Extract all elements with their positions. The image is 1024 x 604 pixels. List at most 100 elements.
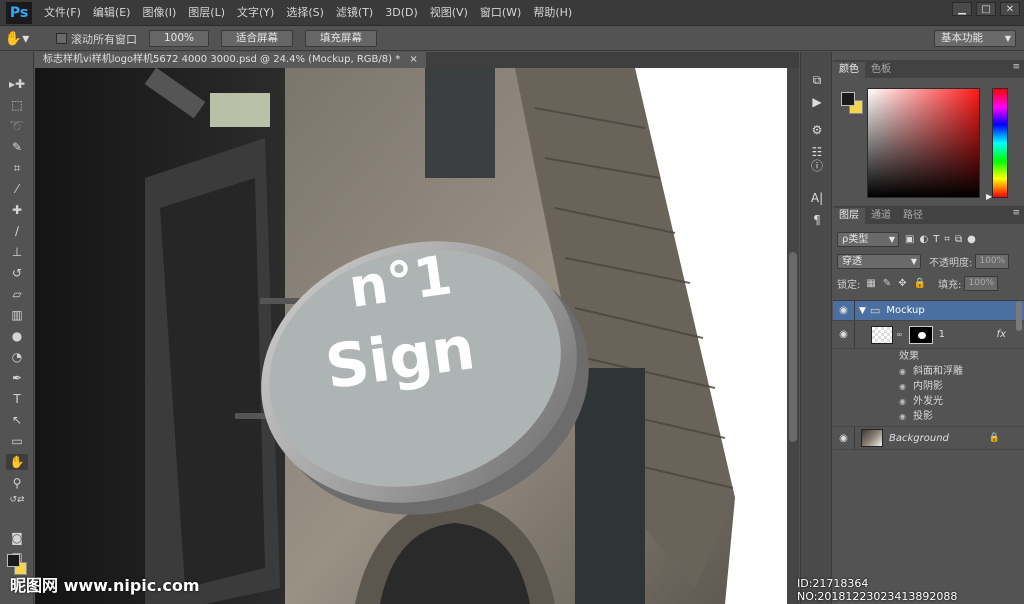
canvas-vertical-scrollbar[interactable] bbox=[787, 68, 799, 604]
color-picker-field[interactable] bbox=[867, 88, 980, 198]
zoom-100-button[interactable]: 100% bbox=[149, 30, 210, 47]
eraser-tool-icon[interactable]: ▱ bbox=[9, 286, 25, 302]
layer-group-mockup[interactable]: ◉ ▼ ▭ Mockup bbox=[833, 301, 1024, 321]
effect-drop-shadow[interactable]: ◉ 投影 bbox=[833, 409, 1024, 424]
marquee-tool-icon[interactable]: ⬚ bbox=[9, 97, 25, 113]
lock-transparent-icon[interactable]: ▦ bbox=[866, 278, 875, 289]
panel-foreground-swatch[interactable] bbox=[841, 92, 855, 106]
scroll-thumb[interactable] bbox=[789, 252, 797, 442]
restore-button[interactable]: □ bbox=[976, 2, 996, 16]
visibility-eye-icon[interactable]: ◉ bbox=[833, 301, 855, 320]
color-panel-tabs: 颜色 色板 ≡ bbox=[833, 60, 1024, 78]
tab-layers[interactable]: 图层 bbox=[833, 208, 865, 224]
lasso-tool-icon[interactable]: ➰ bbox=[9, 118, 25, 134]
tab-channels[interactable]: 通道 bbox=[865, 208, 897, 224]
minimize-button[interactable]: ▁ bbox=[952, 2, 972, 16]
link-icon[interactable]: ∞ bbox=[896, 330, 903, 339]
chevron-down-icon: ▼ bbox=[1004, 34, 1011, 43]
menu-image[interactable]: 图像(I) bbox=[136, 0, 182, 26]
hue-slider[interactable] bbox=[992, 88, 1008, 198]
fill-screen-button[interactable]: 填充屏幕 bbox=[305, 30, 378, 47]
effect-eye-icon[interactable]: ◉ bbox=[899, 364, 906, 379]
dodge-tool-icon[interactable]: ◔ bbox=[9, 349, 25, 365]
menu-select[interactable]: 选择(S) bbox=[280, 0, 330, 26]
hand-tool-icon[interactable]: ✋ bbox=[6, 454, 28, 470]
group-expand-icon[interactable]: ▼ bbox=[859, 306, 866, 316]
menu-view[interactable]: 视图(V) bbox=[424, 0, 474, 26]
quick-mask-icon[interactable]: ◙ bbox=[9, 530, 25, 546]
effect-inner-shadow[interactable]: ◉ 内阴影 bbox=[833, 379, 1024, 394]
quick-select-tool-icon[interactable]: ✎ bbox=[9, 139, 25, 155]
path-select-tool-icon[interactable]: ↖ bbox=[9, 412, 25, 428]
type-filter-icon[interactable]: T bbox=[933, 234, 939, 245]
pen-tool-icon[interactable]: ✒ bbox=[9, 370, 25, 386]
menu-help[interactable]: 帮助(H) bbox=[527, 0, 578, 26]
layer-mask-thumbnail[interactable] bbox=[908, 325, 933, 344]
menu-3d[interactable]: 3D(D) bbox=[379, 0, 424, 26]
effect-eye-icon[interactable]: ◉ bbox=[899, 379, 906, 394]
layers-scroll-thumb[interactable] bbox=[1016, 301, 1022, 331]
pixel-filter-icon[interactable]: ▣ bbox=[905, 234, 914, 245]
close-tab-icon[interactable]: × bbox=[409, 54, 417, 65]
paragraph-icon[interactable]: ¶ bbox=[809, 212, 825, 228]
panel-menu-icon[interactable]: ≡ bbox=[1012, 62, 1020, 72]
type-tool-icon[interactable]: T bbox=[9, 391, 25, 407]
gradient-tool-icon[interactable]: ▥ bbox=[9, 307, 25, 323]
zoom-tool-icon[interactable]: ⚲ bbox=[9, 475, 25, 491]
tab-paths[interactable]: 路径 bbox=[897, 208, 929, 224]
document-canvas[interactable]: n°1 Sign bbox=[35, 68, 787, 604]
menu-filter[interactable]: 滤镜(T) bbox=[330, 0, 379, 26]
layer-filter-select[interactable]: ρ类型 ▼ bbox=[837, 231, 899, 247]
history-brush-tool-icon[interactable]: ↺ bbox=[9, 265, 25, 281]
menu-type[interactable]: 文字(Y) bbox=[231, 0, 280, 26]
tab-color[interactable]: 颜色 bbox=[833, 62, 865, 78]
visibility-eye-icon[interactable]: ◉ bbox=[833, 321, 855, 348]
crop-tool-icon[interactable]: ⌗ bbox=[9, 160, 25, 176]
menu-window[interactable]: 窗口(W) bbox=[474, 0, 527, 26]
character-icon[interactable]: A| bbox=[809, 190, 825, 206]
lock-all-icon[interactable]: 🔒 bbox=[914, 278, 926, 289]
lock-paint-icon[interactable]: ✎ bbox=[883, 278, 891, 289]
eyedropper-tool-icon[interactable]: ⁄ bbox=[9, 181, 25, 197]
rectangle-tool-icon[interactable]: ▭ bbox=[9, 433, 25, 449]
swap-colors-icon[interactable]: ↺⇄ bbox=[9, 492, 25, 508]
effect-eye-icon[interactable]: ◉ bbox=[899, 394, 906, 409]
layers-panel-menu-icon[interactable]: ≡ bbox=[1012, 208, 1020, 218]
menu-layer[interactable]: 图层(L) bbox=[182, 0, 231, 26]
layer-background[interactable]: ◉ Background 🔒 bbox=[833, 426, 1024, 450]
adjust-icon[interactable]: ⚙ bbox=[809, 122, 825, 138]
filter-toggle-icon[interactable]: ● bbox=[967, 234, 976, 245]
visibility-eye-icon[interactable]: ◉ bbox=[833, 427, 855, 449]
actions-play-icon[interactable]: ▶ bbox=[809, 94, 825, 110]
healing-brush-tool-icon[interactable]: ✚ bbox=[9, 202, 25, 218]
layer-smart-object[interactable]: ◉ ∞ 1 fx bbox=[833, 321, 1024, 349]
move-tool-icon[interactable]: ▸✚ bbox=[9, 76, 25, 92]
blur-tool-icon[interactable]: ● bbox=[9, 328, 25, 344]
blend-mode-select[interactable]: 穿透 ▼ bbox=[837, 253, 921, 269]
fill-input[interactable]: 100% bbox=[964, 275, 999, 291]
menu-edit[interactable]: 编辑(E) bbox=[87, 0, 137, 26]
foreground-color-swatch[interactable] bbox=[7, 554, 20, 567]
close-button[interactable]: ✕ bbox=[1000, 2, 1020, 16]
document-tab[interactable]: 标志样机vi样机logo样机5672 4000 3000.psd @ 24.4%… bbox=[35, 52, 426, 68]
adjust-filter-icon[interactable]: ◐ bbox=[919, 234, 928, 245]
workspace-select[interactable]: 基本功能 ▼ bbox=[934, 30, 1016, 47]
lock-position-icon[interactable]: ✥ bbox=[898, 278, 906, 289]
opacity-input[interactable]: 100% bbox=[975, 253, 1010, 269]
effect-bevel-emboss[interactable]: ◉ 斜面和浮雕 bbox=[833, 364, 1024, 379]
fit-screen-button[interactable]: 适合屏幕 bbox=[221, 30, 294, 47]
tab-swatches[interactable]: 色板 bbox=[865, 62, 897, 78]
layer-thumbnail bbox=[861, 429, 883, 447]
history-icon[interactable]: ⧉ bbox=[809, 72, 825, 88]
clone-stamp-tool-icon[interactable]: ⊥ bbox=[9, 244, 25, 260]
effect-outer-glow[interactable]: ◉ 外发光 bbox=[833, 394, 1024, 409]
menu-file[interactable]: 文件(F) bbox=[38, 0, 87, 26]
scroll-all-checkbox[interactable] bbox=[56, 33, 67, 44]
properties-icon[interactable]: ⓘ bbox=[809, 158, 825, 174]
effect-eye-icon[interactable]: ◉ bbox=[899, 409, 906, 424]
fx-icon[interactable]: fx bbox=[997, 329, 1006, 340]
hand-tool-preset-icon[interactable]: ✋▾ bbox=[0, 31, 34, 47]
smart-filter-icon[interactable]: ⧉ bbox=[955, 234, 962, 245]
shape-filter-icon[interactable]: ⌗ bbox=[944, 234, 950, 245]
brush-tool-icon[interactable]: ∕ bbox=[9, 223, 25, 239]
